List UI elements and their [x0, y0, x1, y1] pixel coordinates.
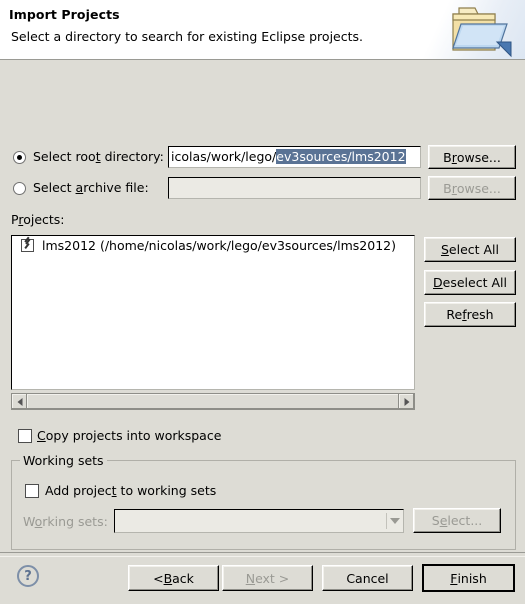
ws-select-mnemonic: e [439, 513, 448, 528]
back-button[interactable]: < Back [128, 565, 219, 591]
import-folder-icon [445, 2, 517, 58]
scrollbar-track[interactable] [27, 394, 399, 409]
page-description: Select a directory to search for existin… [11, 29, 363, 44]
working-sets-label-post: rking sets: [42, 514, 108, 529]
dialog-body: Select root directory: icolas/work/lego/… [0, 60, 525, 604]
working-sets-group: Working sets [11, 453, 516, 550]
back-pre: < [153, 570, 164, 586]
radio-select-archive-file[interactable] [13, 182, 26, 195]
working-sets-label-pre: W [23, 514, 35, 529]
select-all-button[interactable]: Select All [424, 237, 516, 262]
projects-list-horizontal-scrollbar[interactable] [11, 393, 415, 410]
browse-archive-pre: B [443, 180, 452, 196]
back-post: ack [172, 570, 194, 586]
refresh-pre: Re [446, 307, 463, 322]
finish-mnemonic: F [450, 570, 458, 586]
browse-root-post: owse... [456, 149, 501, 165]
finish-post: inish [457, 570, 487, 586]
deselect-all-mnemonic: D [433, 275, 443, 290]
footer-separator-highlight [0, 556, 525, 557]
next-post: ext > [255, 570, 290, 586]
projects-list[interactable]: lms2012 (/home/nicolas/work/lego/ev3sour… [11, 235, 415, 390]
root-directory-text-unselected: icolas/work/lego/ [171, 149, 277, 164]
combo-separator [386, 513, 387, 529]
help-question-icon[interactable]: ? [17, 565, 39, 587]
deselect-all-button[interactable]: Deselect All [424, 270, 516, 295]
working-sets-combo[interactable] [114, 509, 404, 533]
browse-root-pre: B [443, 149, 452, 165]
ws-select-post: lect... [447, 513, 483, 528]
working-sets-combo-label: Working sets: [23, 514, 108, 529]
add-project-to-working-sets-label: Add project to working sets [45, 483, 216, 498]
select-all-post: elect All [448, 242, 500, 257]
project-name-label: lms2012 (/home/nicolas/work/lego/ev3sour… [42, 238, 396, 253]
next-mnemonic: N [245, 570, 256, 586]
chevron-down-icon[interactable] [390, 518, 400, 524]
copy-projects-post: opy projects into workspace [45, 428, 222, 443]
scroll-left-arrow-icon[interactable] [12, 394, 27, 409]
root-directory-text-selected: ev3sources/lms2012 [276, 149, 406, 164]
browse-archive-file-button[interactable]: Br owse... [428, 176, 516, 200]
projects-label-post: ojects: [23, 212, 65, 227]
finish-button[interactable]: Finish [422, 564, 515, 592]
copy-projects-label: Copy projects into workspace [37, 428, 221, 443]
dialog-header: Import Projects Select a directory to se… [0, 0, 525, 60]
deselect-all-post: eselect All [442, 275, 507, 290]
footer-separator [0, 552, 525, 553]
next-button[interactable]: Next > [222, 565, 313, 591]
root-directory-input[interactable]: icolas/work/lego/ev3sources/lms2012 [168, 146, 421, 168]
radio-select-root-directory[interactable] [13, 151, 26, 164]
refresh-button[interactable]: Re f resh [424, 302, 516, 327]
copy-projects-mnemonic: C [37, 428, 46, 443]
label-archive-pre: Select [33, 180, 76, 195]
back-mnemonic: B [163, 570, 173, 586]
refresh-post: resh [466, 307, 494, 322]
scroll-right-arrow-icon[interactable] [399, 394, 414, 409]
label-root-dir-pre: Select roo [33, 149, 96, 164]
project-checkbox[interactable] [21, 239, 34, 252]
page-title: Import Projects [9, 7, 120, 22]
ws-select-pre: S [431, 513, 440, 528]
archive-file-input[interactable] [168, 177, 421, 199]
projects-label: Projects: [11, 212, 65, 227]
label-select-archive-file: Select archive file: [33, 180, 149, 195]
copy-projects-checkbox[interactable] [18, 429, 32, 443]
label-archive-post: rchive file: [83, 180, 149, 195]
add-project-pre: Add projec [45, 483, 112, 498]
label-root-dir-post: directory: [100, 149, 164, 164]
cancel-button[interactable]: Cancel [322, 565, 413, 591]
browse-archive-post: owse... [456, 180, 501, 196]
working-sets-group-title: Working sets [20, 453, 107, 468]
label-select-root-directory: Select root directory: [33, 149, 164, 164]
browse-root-directory-button[interactable]: Br owse... [428, 145, 516, 169]
add-project-post: to working sets [116, 483, 217, 498]
cancel-pre: Cancel [346, 570, 389, 586]
add-project-to-working-sets-checkbox[interactable] [25, 484, 39, 498]
scrollbar-thumb[interactable] [27, 394, 399, 409]
select-all-mnemonic: S [440, 242, 449, 257]
table-row[interactable]: lms2012 (/home/nicolas/work/lego/ev3sour… [12, 236, 414, 256]
import-projects-dialog: Import Projects Select a directory to se… [0, 0, 525, 604]
working-sets-select-button[interactable]: Se lect... [413, 508, 501, 533]
